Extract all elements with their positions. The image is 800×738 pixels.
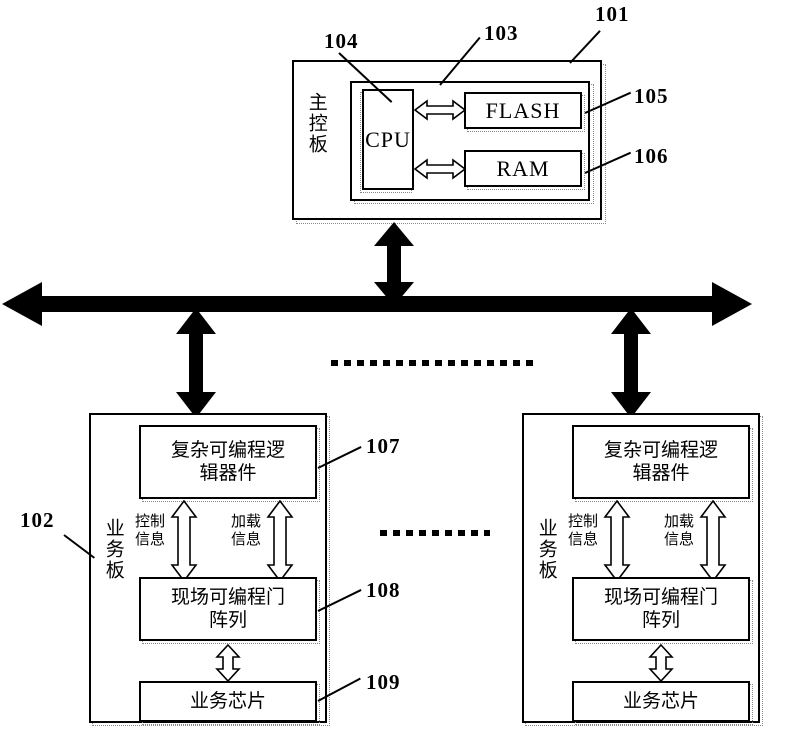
ref-105: 105 [634,84,669,108]
service-board-2-label: 业务板 [535,518,558,581]
service-board-2-control-info-label: 控制 信息 [568,512,598,548]
ref-102: 102 [20,508,55,532]
cpu-ram-bidirectional-arrow-icon [413,158,467,180]
service-board-2-control-info-line1: 控制 [568,512,599,530]
ref-103: 103 [484,21,519,45]
service-board-2-fpga-label-line1: 现场可编程门 [603,585,718,608]
service-board-2-fpga-label-line2: 阵列 [641,609,680,631]
service-board-1-load-info-label: 加载 信息 [231,512,261,548]
ram-label: RAM [496,155,550,181]
service-board-2-load-info-line2: 信息 [664,530,695,548]
ref-109: 109 [366,670,401,694]
service-board-1-chip-label: 业务芯片 [189,689,266,712]
service-board-2-load-info-line1: 加载 [664,512,695,530]
service-board-1-load-info-line2: 信息 [231,530,262,548]
service-board-2-cpld: 复杂可编程逻 辑器件 [572,425,750,499]
cpu-flash-bidirectional-arrow-icon [413,99,467,121]
service-board-1-fpga: 现场可编程门 阵列 [139,577,317,641]
service-board-1-label: 业务板 [102,518,125,581]
bus-service-board-left-bidirectional-arrow-icon [176,308,216,418]
service-board-1-load-info-arrow-icon [266,500,294,582]
bus-service-board-right-bidirectional-arrow-icon [611,308,651,418]
service-board-1-chip: 业务芯片 [139,681,317,722]
flash-block: FLASH [464,92,582,129]
ref-101: 101 [595,2,630,26]
service-board-1-load-info-line1: 加载 [231,512,262,530]
ref-104: 104 [324,29,359,53]
service-board-1-cpld: 复杂可编程逻 辑器件 [139,425,317,499]
service-board-2-cpld-label-line1: 复杂可编程逻 [603,438,718,461]
service-board-1-fpga-chip-arrow-icon [215,644,241,682]
service-board-2-chip: 业务芯片 [572,681,750,722]
main-board-label: 主控板 [305,92,328,155]
service-board-1-control-info-arrow-icon [170,500,198,582]
service-board-2-control-info-arrow-icon [603,500,631,582]
service-board-1-fpga-label-line2: 阵列 [208,609,247,631]
service-board-1-cpld-label-line1: 复杂可编程逻 [170,438,285,461]
ref-101-leader [569,30,601,64]
ref-108: 108 [366,578,401,602]
service-board-1-control-info-line1: 控制 [135,512,166,530]
service-board-2-cpld-label-line2: 辑器件 [632,462,690,484]
service-board-2-fpga: 现场可编程门 阵列 [572,577,750,641]
bus-continuation-dots [331,360,536,366]
ref-106: 106 [634,144,669,168]
flash-label: FLASH [485,97,561,123]
cpu-block: CPU [362,89,414,190]
service-board-2-chip-label: 业务芯片 [622,689,699,712]
ref-107: 107 [366,434,401,458]
service-board-continuation-dots [380,530,490,536]
service-board-1-cpld-label-line2: 辑器件 [199,462,257,484]
service-board-1-control-info-label: 控制 信息 [135,512,165,548]
service-board-2-load-info-arrow-icon [699,500,727,582]
cpu-label: CPU [365,126,411,152]
service-board-1-fpga-label-line1: 现场可编程门 [170,585,285,608]
service-board-2-load-info-label: 加载 信息 [664,512,694,548]
service-board-1-control-info-line2: 信息 [135,530,166,548]
ram-block: RAM [464,150,582,187]
service-board-2-fpga-chip-arrow-icon [648,644,674,682]
service-board-2-control-info-line2: 信息 [568,530,599,548]
patent-figure: 主控板 CPU FLASH RAM 101 103 104 105 106 业务… [0,0,800,738]
